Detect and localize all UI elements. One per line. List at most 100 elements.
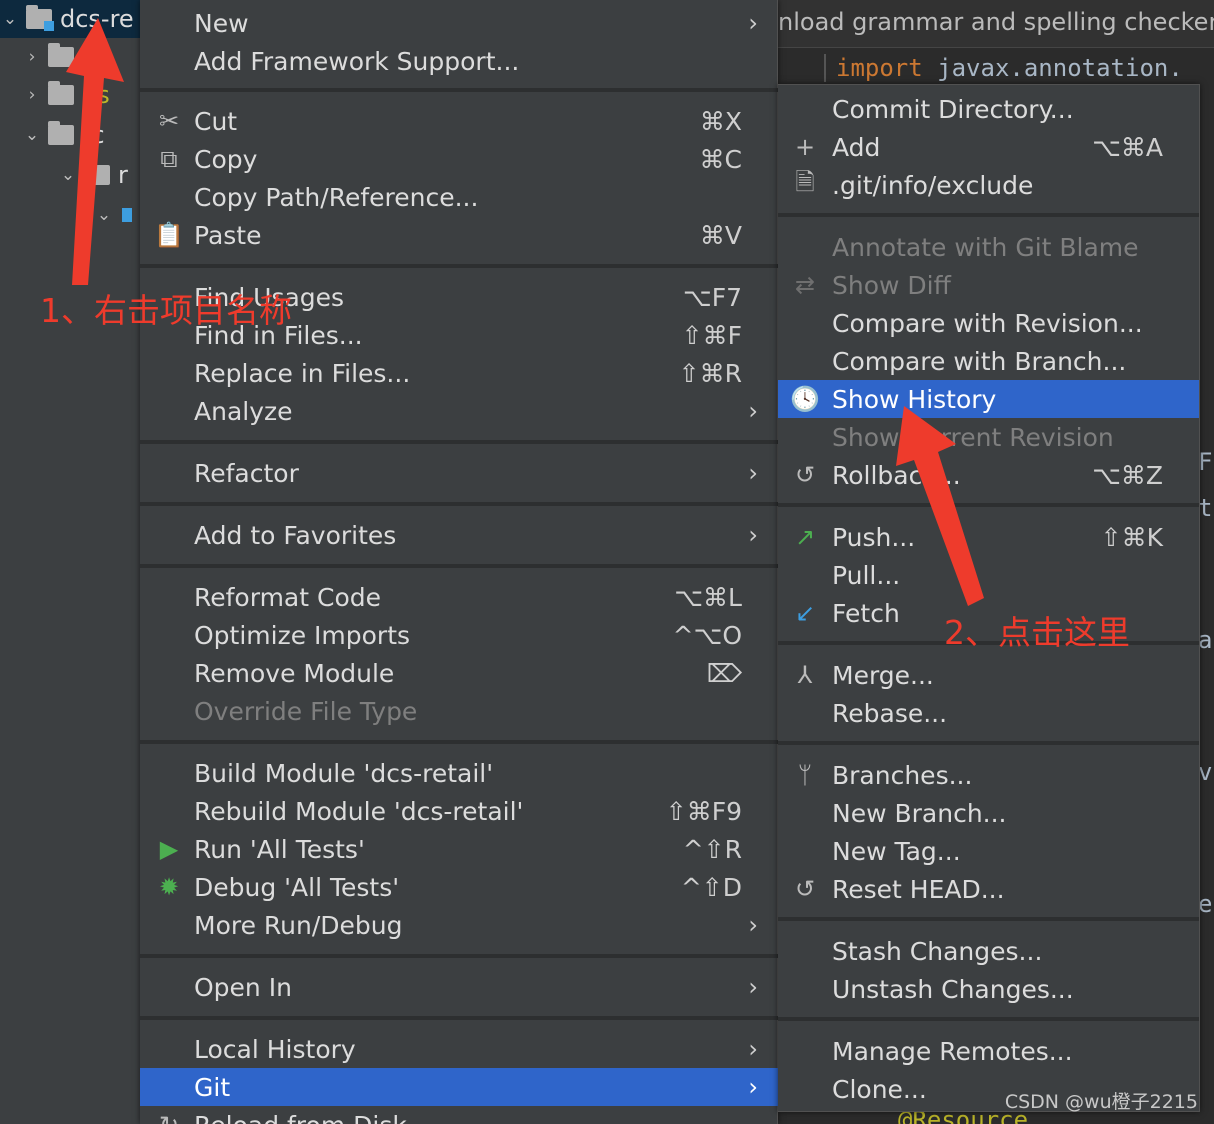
project-root-label: dcs-re bbox=[60, 5, 134, 33]
code-fragment: t bbox=[1198, 494, 1213, 522]
menu-item-more-run-debug[interactable]: More Run/Debug › bbox=[140, 906, 778, 944]
menu-item-label: Reformat Code bbox=[194, 582, 381, 612]
menu-item-cut[interactable]: ✂ Cut ⌘X bbox=[140, 102, 778, 140]
git-item-show-diff[interactable]: ⇄ Show Diff bbox=[778, 266, 1199, 304]
chevron-right-icon[interactable]: › bbox=[22, 47, 42, 67]
menu-item-override-file-type[interactable]: Override File Type bbox=[140, 692, 778, 730]
menu-item-git[interactable]: Git › bbox=[140, 1068, 778, 1106]
git-item-show-current-revision[interactable]: Show Current Revision bbox=[778, 418, 1199, 456]
git-item-show-history[interactable]: 🕓 Show History bbox=[778, 380, 1199, 418]
menu-item-shortcut: ⇧⌘F9 bbox=[665, 796, 742, 826]
menu-item-shortcut: ^⇧R bbox=[682, 834, 742, 864]
menu-item-reformat-code[interactable]: Reformat Code ⌥⌘L bbox=[140, 578, 778, 616]
menu-item-shortcut: ⌘V bbox=[699, 220, 742, 250]
menu-item-label: Show Diff bbox=[832, 270, 951, 300]
menu-item-label: New Branch... bbox=[832, 798, 1007, 828]
git-submenu: Commit Directory... + Add ⌥⌘A 🗎 .git/inf… bbox=[778, 84, 1200, 1112]
menu-separator bbox=[778, 1017, 1199, 1021]
chevron-right-icon: › bbox=[748, 9, 758, 37]
menu-item-analyze[interactable]: Analyze › bbox=[140, 392, 778, 430]
menu-item-copy[interactable]: ⧉ Copy ⌘C bbox=[140, 140, 778, 178]
menu-separator bbox=[140, 564, 778, 568]
git-item-add[interactable]: + Add ⌥⌘A bbox=[778, 128, 1199, 166]
menu-item-label: Unstash Changes... bbox=[832, 974, 1074, 1004]
menu-item-refactor[interactable]: Refactor › bbox=[140, 454, 778, 492]
menu-item-label: More Run/Debug bbox=[194, 910, 403, 940]
menu-item-label: Copy bbox=[194, 144, 258, 174]
project-root-row[interactable]: ⌄ dcs-re bbox=[0, 0, 150, 38]
git-item-rebase[interactable]: Rebase... bbox=[778, 694, 1199, 732]
menu-item-add-to-favorites[interactable]: Add to Favorites › bbox=[140, 516, 778, 554]
menu-item-label: Stash Changes... bbox=[832, 936, 1043, 966]
chevron-right-icon[interactable]: › bbox=[22, 85, 42, 105]
code-identifier: javax.annotation. bbox=[937, 54, 1183, 82]
git-item-manage-remotes[interactable]: Manage Remotes... bbox=[778, 1032, 1199, 1070]
menu-item-debug-all-tests[interactable]: ✹ Debug 'All Tests' ^⇧D bbox=[140, 868, 778, 906]
folder-icon bbox=[48, 43, 74, 67]
git-item-new-branch[interactable]: New Branch... bbox=[778, 794, 1199, 832]
menu-item-copy-path-reference[interactable]: Copy Path/Reference... bbox=[140, 178, 778, 216]
menu-item-add-framework-support[interactable]: Add Framework Support... bbox=[140, 42, 778, 80]
menu-separator bbox=[140, 954, 778, 958]
git-item-unstash-changes[interactable]: Unstash Changes... bbox=[778, 970, 1199, 1008]
menu-item-local-history[interactable]: Local History › bbox=[140, 1030, 778, 1068]
folder-icon bbox=[48, 121, 74, 145]
scissors-icon: ✂ bbox=[158, 107, 180, 135]
project-panel: ⌄ dcs-re › de › gs ⌄ rc ⌄ r ⌄ bbox=[0, 0, 150, 1124]
fetch-icon: ↙ bbox=[794, 599, 816, 627]
menu-item-label: Add bbox=[832, 132, 881, 162]
menu-item-paste[interactable]: 📋 Paste ⌘V bbox=[140, 216, 778, 254]
chevron-down-icon[interactable]: ⌄ bbox=[58, 165, 78, 185]
menu-item-reload-from-disk[interactable]: ↻ Reload from Disk bbox=[140, 1106, 778, 1124]
menu-item-shortcut: ⌘C bbox=[699, 144, 742, 174]
tree-item[interactable]: ⌄ bbox=[94, 196, 132, 234]
menu-item-label: .git/info/exclude bbox=[832, 170, 1034, 200]
tree-item[interactable]: ⌄ rc bbox=[22, 116, 105, 154]
merge-icon: ⅄ bbox=[797, 661, 813, 689]
git-item-annotate-blame[interactable]: Annotate with Git Blame bbox=[778, 228, 1199, 266]
delete-key-icon: ⌦ bbox=[706, 658, 742, 688]
menu-item-label: Replace in Files... bbox=[194, 358, 411, 388]
menu-item-new[interactable]: New › bbox=[140, 4, 778, 42]
git-item-reset-head[interactable]: ↺ Reset HEAD... bbox=[778, 870, 1199, 908]
menu-item-label: Cut bbox=[194, 106, 238, 136]
git-item-new-tag[interactable]: New Tag... bbox=[778, 832, 1199, 870]
menu-item-rebuild-module[interactable]: Rebuild Module 'dcs-retail' ⇧⌘F9 bbox=[140, 792, 778, 830]
reset-icon: ↺ bbox=[794, 875, 816, 903]
git-item-compare-with-revision[interactable]: Compare with Revision... bbox=[778, 304, 1199, 342]
diff-icon: ⇄ bbox=[794, 271, 816, 299]
git-item-pull[interactable]: Pull... bbox=[778, 556, 1199, 594]
banner-text: nload grammar and spelling checker bbox=[778, 8, 1214, 36]
chevron-down-icon[interactable]: ⌄ bbox=[0, 9, 20, 29]
tree-item[interactable]: › de bbox=[22, 38, 112, 76]
menu-item-label: Push... bbox=[832, 522, 916, 552]
git-item-git-info-exclude[interactable]: 🗎 .git/info/exclude bbox=[778, 166, 1199, 204]
git-item-branches[interactable]: ᛘ Branches... bbox=[778, 756, 1199, 794]
menu-item-remove-module[interactable]: Remove Module ⌦ bbox=[140, 654, 778, 692]
git-item-merge[interactable]: ⅄ Merge... bbox=[778, 656, 1199, 694]
git-item-commit-directory[interactable]: Commit Directory... bbox=[778, 90, 1199, 128]
chevron-down-icon[interactable]: ⌄ bbox=[22, 125, 42, 145]
git-item-stash-changes[interactable]: Stash Changes... bbox=[778, 932, 1199, 970]
watermark: CSDN @wu橙子2215 bbox=[1004, 1091, 1198, 1113]
chevron-down-icon[interactable]: ⌄ bbox=[94, 205, 114, 225]
module-folder-icon bbox=[26, 5, 54, 31]
tree-item[interactable]: › gs bbox=[22, 76, 110, 114]
menu-item-shortcut: ^⌥O bbox=[672, 620, 742, 650]
code-fragment: a bbox=[1198, 626, 1213, 654]
package-icon bbox=[122, 208, 132, 222]
menu-separator bbox=[140, 502, 778, 506]
menu-item-build-module[interactable]: Build Module 'dcs-retail' bbox=[140, 754, 778, 792]
git-item-compare-with-branch[interactable]: Compare with Branch... bbox=[778, 342, 1199, 380]
menu-item-label: Fetch bbox=[832, 598, 900, 628]
menu-item-label: Run 'All Tests' bbox=[194, 834, 365, 864]
menu-item-label: Paste bbox=[194, 220, 262, 250]
tree-item[interactable]: ⌄ r bbox=[58, 156, 128, 194]
menu-item-run-all-tests[interactable]: ▶ Run 'All Tests' ^⇧R bbox=[140, 830, 778, 868]
menu-item-label: Refactor bbox=[194, 458, 299, 488]
menu-item-replace-in-files[interactable]: Replace in Files... ⇧⌘R bbox=[140, 354, 778, 392]
menu-item-open-in[interactable]: Open In › bbox=[140, 968, 778, 1006]
git-item-push[interactable]: ↗ Push... ⇧⌘K bbox=[778, 518, 1199, 556]
git-item-rollback[interactable]: ↺ Rollback... ⌥⌘Z bbox=[778, 456, 1199, 494]
menu-item-optimize-imports[interactable]: Optimize Imports ^⌥O bbox=[140, 616, 778, 654]
